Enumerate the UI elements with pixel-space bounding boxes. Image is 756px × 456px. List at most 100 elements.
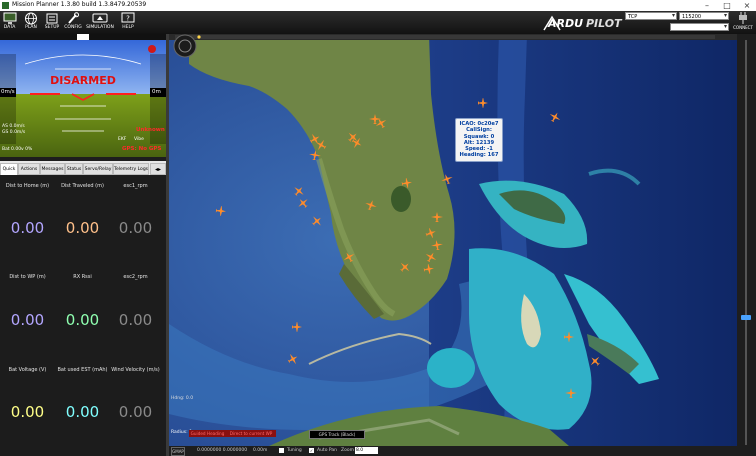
aircraft-icon[interactable]	[425, 252, 437, 264]
tuning-checkbox[interactable]	[279, 448, 284, 453]
aircraft-icon[interactable]	[563, 331, 575, 344]
aircraft-icon[interactable]	[375, 118, 387, 130]
aircraft-icon[interactable]	[311, 216, 323, 228]
zoom-track	[745, 40, 747, 445]
quick-cell[interactable]: RX Rssi	[55, 274, 110, 280]
aircraft-icon[interactable]	[351, 137, 363, 150]
armed-status: DISARMED	[50, 74, 116, 87]
vibe-indicator[interactable]: Vibe	[134, 137, 144, 142]
menu-simulation-button[interactable]: SIMULATION	[84, 11, 116, 34]
aircraft-icon[interactable]	[401, 177, 413, 190]
zoom-label: Zoom	[341, 448, 354, 453]
aircraft-icon[interactable]	[287, 353, 299, 366]
connect-label: CONNECT	[733, 25, 753, 30]
aircraft-icon[interactable]	[365, 200, 377, 212]
quick-cell[interactable]: Dist to Home (m)	[0, 183, 55, 189]
tuning-label: Tuning	[287, 448, 302, 453]
tab-scroll-arrows[interactable]: ◂▸	[150, 163, 166, 175]
aircraft-icon[interactable]	[425, 227, 437, 240]
quick-cell[interactable]: Dist to WP (m)	[0, 274, 55, 280]
aircraft-icon[interactable]	[399, 262, 411, 274]
ekf-indicator[interactable]: EKF	[118, 137, 126, 142]
quick-panel: Dist to Home (m) Dist Traveled (m) esc1_…	[0, 175, 166, 456]
quick-cell[interactable]: Bat Voltage (V)	[0, 367, 55, 373]
quick-value: 0.00	[10, 403, 45, 421]
groundspeed-status: GS 0.0m/s	[2, 130, 26, 135]
aircraft-icon[interactable]	[215, 205, 227, 218]
map-source-select[interactable]: GMAP	[171, 447, 185, 456]
tab-messages[interactable]: Messages	[40, 163, 65, 175]
altitude-readout: 0m	[152, 89, 161, 95]
aircraft-icon[interactable]	[309, 150, 321, 162]
menu-config-button[interactable]: CONFIG	[63, 11, 83, 34]
minimize-button[interactable]: –	[700, 0, 714, 11]
ardupilot-logo: ARDU PILOT	[543, 15, 623, 31]
quick-value: 0.00	[65, 311, 100, 329]
aircraft-icon[interactable]	[297, 198, 309, 210]
aircraft-icon[interactable]	[549, 112, 561, 124]
quick-label: RX Rssi	[73, 274, 92, 280]
aircraft-icon[interactable]	[423, 263, 435, 276]
menu-config-label: CONFIG	[64, 25, 82, 30]
connect-button[interactable]: CONNECT	[730, 12, 756, 34]
tab-telemetry-logs[interactable]: Telemetry Logs	[113, 163, 149, 175]
monitor-icon	[3, 12, 16, 24]
map-view[interactable]: Hdng: 0.0 Radius: 0 Guided Heading Direc…	[169, 34, 737, 446]
connection-type-select[interactable]: TCP	[625, 12, 677, 20]
quick-label: Wind Velocity (m/s)	[111, 367, 160, 373]
zoom-scrollbar[interactable]	[737, 34, 756, 456]
aircraft-icon[interactable]	[343, 252, 355, 264]
aircraft-icon[interactable]	[565, 388, 577, 400]
setup-icon	[46, 13, 58, 24]
quick-label: esc1_rpm	[123, 183, 148, 189]
aircraft-icon[interactable]	[291, 321, 303, 334]
data-tabs: Quick Actions Messages Status Servo/Rela…	[0, 161, 166, 175]
mouse-alt: 0.00m	[253, 448, 268, 453]
airspeed-status: AS 0.0m/s	[2, 124, 25, 129]
plug-icon	[739, 12, 747, 24]
quick-label: Dist Traveled (m)	[61, 183, 104, 189]
close-button[interactable]: ×	[740, 0, 754, 11]
menu-help-button[interactable]: ? HELP	[118, 11, 138, 34]
aircraft-icon[interactable]	[431, 240, 443, 252]
port-select[interactable]	[670, 23, 729, 31]
main-menu-bar: DATA PLAN SETUP CONFIG SIMULATION ? HELP…	[0, 11, 756, 34]
battery-status: Bat 0.00v 0%	[2, 147, 33, 152]
quick-cell[interactable]: esc1_rpm	[108, 183, 163, 189]
menu-plan-button[interactable]: PLAN	[21, 11, 41, 34]
heading-label: Hdng: 0.0	[171, 396, 194, 401]
autopan-checkbox[interactable]: ✓	[309, 448, 314, 453]
menu-setup-button[interactable]: SETUP	[42, 11, 62, 34]
svg-text:PILOT: PILOT	[586, 17, 623, 30]
aircraft-icon[interactable]	[293, 186, 305, 198]
quick-value: 0.00	[65, 219, 100, 237]
menu-data-button[interactable]: DATA	[0, 11, 19, 34]
aircraft-icon[interactable]	[441, 174, 453, 186]
tab-servo-relay[interactable]: Servo/Relay	[83, 163, 113, 175]
tab-actions[interactable]: Actions	[18, 163, 40, 175]
flight-mode: Unknown	[136, 127, 165, 133]
guided-heading-button[interactable]: Guided Heading	[189, 430, 226, 437]
title-bar: Mission Planner 1.3.80 build 1.3.8479.20…	[0, 0, 756, 11]
zoom-input[interactable]: 8.0	[355, 447, 378, 454]
menu-setup-label: SETUP	[44, 25, 60, 30]
tab-quick[interactable]: Quick	[0, 163, 18, 175]
quick-cell[interactable]: Dist Traveled (m)	[55, 183, 110, 189]
autopan-label: Auto Pan	[317, 448, 337, 453]
quick-cell[interactable]: Wind Velocity (m/s)	[108, 367, 163, 373]
zoom-slider-handle[interactable]	[741, 315, 751, 320]
quick-cell[interactable]: Bat used EST (mAh)	[55, 367, 110, 373]
simulation-icon	[92, 13, 108, 23]
maximize-button[interactable]: □	[720, 0, 734, 11]
gps-track-legend: GPS Track (Black)	[309, 430, 365, 439]
aircraft-icon[interactable]	[477, 97, 489, 110]
direct-to-wp-button[interactable]: Direct to current WP	[226, 430, 276, 437]
quick-cell[interactable]: esc2_rpm	[108, 274, 163, 280]
baud-rate-select[interactable]: 115200	[679, 12, 729, 20]
menu-help-label: HELP	[122, 25, 134, 30]
tab-status[interactable]: Status	[65, 163, 83, 175]
quick-value: 0.00	[65, 403, 100, 421]
aircraft-icon[interactable]	[589, 356, 601, 368]
gps-status: GPS: No GPS	[122, 146, 162, 152]
aircraft-icon[interactable]	[431, 212, 443, 224]
